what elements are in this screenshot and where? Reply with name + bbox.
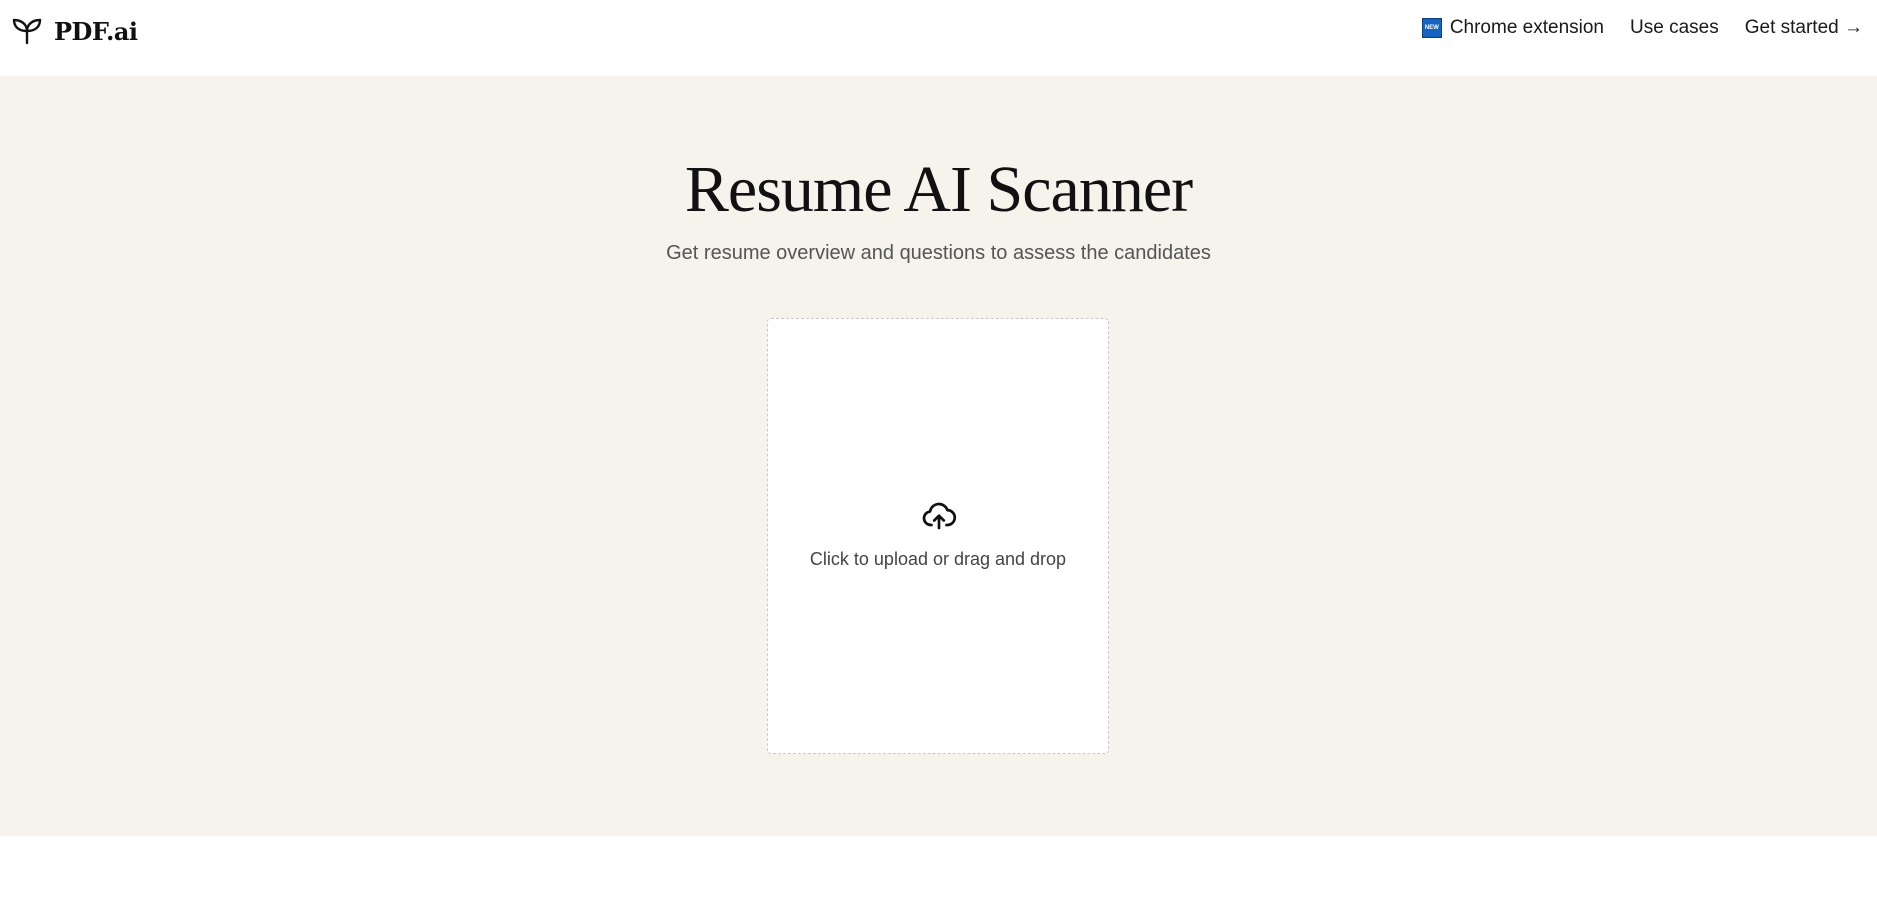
- cloud-upload-icon: [921, 498, 957, 534]
- nav-use-cases-label: Use cases: [1630, 17, 1719, 38]
- upload-instructions: Click to upload or drag and drop: [809, 549, 1067, 569]
- nav-chrome-extension[interactable]: NEW Chrome extension: [1421, 17, 1605, 39]
- upload-dropzone[interactable]: Click to upload or drag and drop: [767, 318, 1109, 754]
- page-subtitle: Get resume overview and questions to ass…: [666, 242, 1211, 264]
- sprout-icon: [12, 17, 42, 45]
- nav-use-cases[interactable]: Use cases: [1630, 17, 1719, 39]
- logo-link[interactable]: PDF.ai: [12, 16, 138, 46]
- hero-section: Resume AI Scanner Get resume overview an…: [0, 76, 1877, 836]
- main-nav: NEW Chrome extension Use cases Get start…: [1421, 17, 1863, 39]
- nav-chrome-extension-label: Chrome extension: [1449, 17, 1605, 38]
- new-badge-icon: NEW: [1421, 18, 1442, 38]
- page-title: Resume AI Scanner: [684, 153, 1193, 226]
- nav-get-started[interactable]: Get started →: [1745, 17, 1863, 39]
- logo-text: PDF.ai: [54, 16, 138, 46]
- top-header: PDF.ai NEW Chrome extension Use cases Ge…: [0, 0, 1877, 76]
- nav-get-started-label: Get started →: [1744, 17, 1863, 38]
